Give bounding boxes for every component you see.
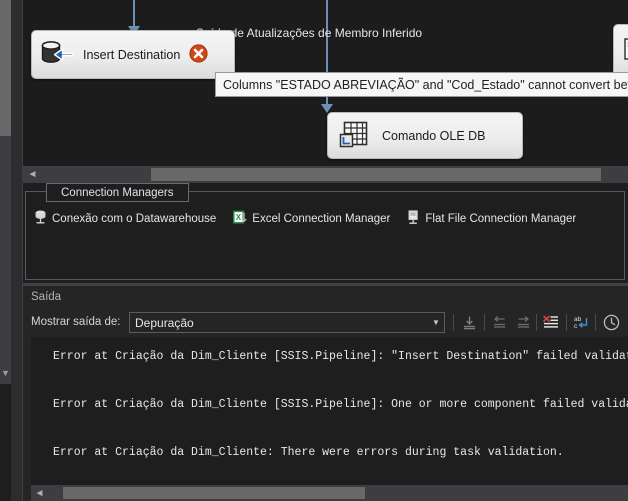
output-pane-title: Saída (31, 291, 62, 303)
flat-file-connection-icon (407, 210, 420, 228)
connection-manager-item-datawarehouse[interactable]: Conexão com o Datawarehouse (34, 210, 216, 228)
toolbar-separator-2 (484, 314, 485, 331)
svg-text:ab: ab (574, 316, 582, 323)
clear-all-button[interactable] (541, 313, 561, 332)
connection-manager-label-flat-file: Flat File Connection Manager (425, 213, 577, 225)
connection-managers-tab-label: Connection Managers (61, 186, 174, 199)
connection-manager-item-flat-file[interactable]: Flat File Connection Manager (407, 210, 576, 228)
connection-manager-label-excel: Excel Connection Manager (252, 213, 391, 225)
connection-managers-group-box: Connection Managers Conexão com o Datawa… (25, 183, 625, 280)
component-label-comando-ole-db: Comando OLE DB (382, 128, 486, 143)
toolbar-separator-1 (453, 314, 454, 331)
component-label-insert-destination: Insert Destination (83, 47, 181, 62)
toolbar-separator-3 (536, 314, 537, 331)
component-insert-destination[interactable]: Insert Destination (31, 30, 235, 79)
excel-connection-icon: X (233, 210, 247, 228)
output-scrollbar-thumb[interactable] (63, 487, 365, 499)
toolbar-separator-5 (595, 314, 596, 331)
output-message-line: Error at Criação da Dim_Cliente: There w… (53, 446, 564, 459)
connection-manager-item-excel[interactable]: X Excel Connection Manager (233, 210, 390, 228)
scroll-left-arrow-icon[interactable]: ◄ (27, 170, 38, 180)
scroll-left-arrow-icon[interactable]: ◄ (34, 489, 45, 499)
left-gutter (11, 0, 22, 501)
scroll-down-arrow-icon[interactable]: ▼ (0, 369, 11, 378)
toolbar-separator-4 (566, 314, 567, 331)
ole-db-command-icon (338, 118, 370, 153)
validation-error-tooltip: Columns "ESTADO ABREVIAÇÃO" and "Cod_Est… (215, 72, 628, 97)
output-toolbar: Mostrar saída de: Depuração ▼ ab c (23, 310, 628, 337)
svg-text:X: X (236, 213, 242, 222)
outer-vertical-scrollbar-thumb[interactable] (0, 0, 11, 136)
go-to-previous-message-button[interactable] (489, 313, 509, 332)
error-badge-icon[interactable] (189, 43, 208, 66)
toggle-timestamps-button[interactable] (601, 313, 621, 332)
output-source-label: Mostrar saída de: (31, 316, 121, 328)
svg-text:c: c (574, 323, 578, 330)
connection-managers-pane: Connection Managers Conexão com o Datawa… (22, 183, 628, 285)
design-surface-horizontal-scrollbar[interactable]: ◄ (22, 166, 628, 183)
connection-managers-list: Conexão com o Datawarehouse X Excel Conn… (34, 210, 620, 228)
validation-error-tooltip-text: Columns "ESTADO ABREVIAÇÃO" and "Cod_Est… (223, 77, 628, 92)
connection-manager-label-datawarehouse: Conexão com o Datawarehouse (52, 213, 217, 225)
output-horizontal-scrollbar[interactable]: ◄ (31, 485, 628, 501)
output-message-line: Error at Criação da Dim_Cliente [SSIS.Pi… (53, 398, 628, 411)
design-surface-scrollbar-thumb[interactable] (151, 168, 601, 181)
output-source-select[interactable]: Depuração ▼ (129, 312, 445, 333)
output-message-list[interactable]: Error at Criação da Dim_Cliente [SSIS.Pi… (31, 337, 628, 485)
flow-connector-to-insert-destination[interactable] (133, 0, 135, 27)
flat-file-source-icon (622, 37, 628, 68)
go-to-next-message-button[interactable] (513, 313, 533, 332)
left-panel-filler (0, 384, 11, 501)
ole-db-connection-icon (34, 210, 47, 228)
output-source-selected-value: Depuração (135, 315, 194, 330)
toggle-word-wrap-button[interactable]: ab c (571, 313, 591, 332)
component-comando-ole-db[interactable]: Comando OLE DB (327, 112, 523, 159)
ole-db-destination-icon (40, 38, 74, 71)
chevron-down-icon[interactable]: ▼ (428, 318, 444, 327)
connection-managers-tab[interactable]: Connection Managers (46, 183, 189, 202)
output-pane: Saída Mostrar saída de: Depuração ▼ ab c… (22, 285, 628, 501)
go-to-source-button[interactable] (459, 313, 479, 332)
output-message-line: Error at Criação da Dim_Cliente [SSIS.Pi… (53, 350, 628, 363)
